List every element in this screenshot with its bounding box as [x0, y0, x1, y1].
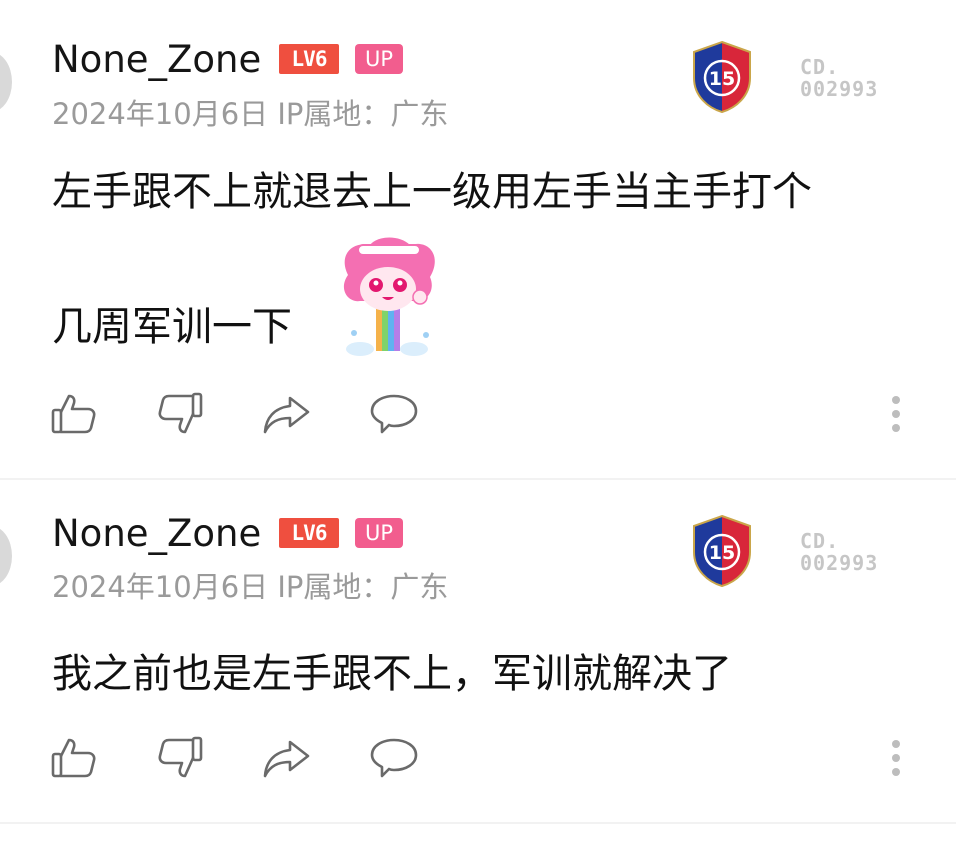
- level-badge: LV6: [279, 518, 339, 548]
- sticker-emote-icon: [343, 237, 435, 356]
- share-arrow-icon[interactable]: [262, 390, 310, 438]
- comment-item: None_Zone LV6 UP 2024年10月6日 IP属地：广东 15 C…: [0, 480, 956, 820]
- up-badge: UP: [355, 518, 403, 548]
- divider: [0, 822, 956, 824]
- avatar[interactable]: [0, 52, 12, 112]
- up-badge: UP: [355, 44, 403, 74]
- fan-number-value: 002993: [800, 551, 879, 575]
- fan-number-value: 002993: [800, 77, 879, 101]
- comment-item: None_Zone LV6 UP 2024年10月6日 IP属地：广东 15 C…: [0, 0, 956, 478]
- username[interactable]: None_Zone: [52, 512, 261, 556]
- fan-medal-number: 15: [709, 542, 735, 564]
- avatar[interactable]: [0, 526, 12, 586]
- speech-bubble-icon[interactable]: [370, 734, 418, 782]
- vertical-dots-icon[interactable]: [890, 394, 902, 434]
- fan-medal-icon[interactable]: 15: [690, 514, 754, 588]
- username[interactable]: None_Zone: [52, 38, 261, 82]
- vertical-dots-icon[interactable]: [890, 738, 902, 778]
- thumbs-down-icon[interactable]: [156, 390, 204, 438]
- thumbs-up-icon[interactable]: [50, 734, 98, 782]
- comment-meta: 2024年10月6日 IP属地：广东: [52, 97, 449, 131]
- thumbs-up-icon[interactable]: [50, 390, 98, 438]
- speech-bubble-icon[interactable]: [370, 390, 418, 438]
- fan-number: CD. 002993: [800, 56, 878, 100]
- thumbs-down-icon[interactable]: [156, 734, 204, 782]
- comment-text-line: 几周军训一下: [52, 304, 292, 350]
- share-arrow-icon[interactable]: [262, 734, 310, 782]
- level-badge: LV6: [279, 44, 339, 74]
- fan-number-prefix: CD.: [800, 55, 840, 79]
- comment-text-line: 左手跟不上就退去上一级用左手当主手打个: [52, 169, 812, 215]
- comment-meta: 2024年10月6日 IP属地：广东: [52, 570, 449, 604]
- fan-medal-icon[interactable]: 15: [690, 40, 754, 114]
- fan-number: CD. 002993: [800, 530, 878, 574]
- fan-number-prefix: CD.: [800, 529, 840, 553]
- comment-text-line: 我之前也是左手跟不上，军训就解决了: [52, 651, 732, 697]
- fan-medal-number: 15: [709, 68, 735, 90]
